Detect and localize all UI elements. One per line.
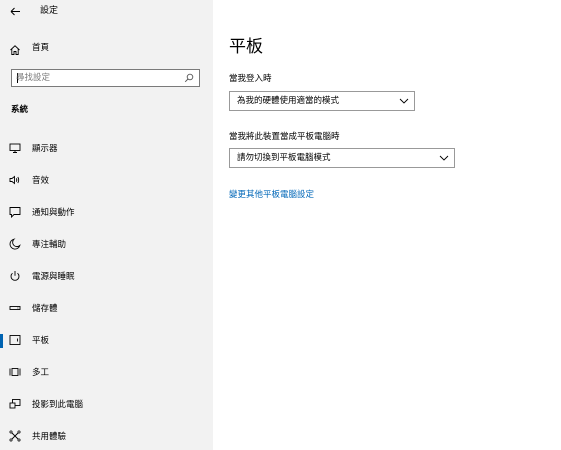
sidebar-item-focus-assist[interactable]: 專注輔助 bbox=[0, 232, 213, 258]
title-bar: 設定 bbox=[0, 0, 213, 24]
dropdown-value: 請勿切換到平板電腦模式 bbox=[237, 153, 331, 163]
setting-label-sign-in: 當我登入時 bbox=[229, 74, 272, 84]
chevron-down-icon bbox=[399, 98, 409, 104]
home-icon bbox=[10, 45, 20, 55]
tablet-mode-dropdown[interactable]: 請勿切換到平板電腦模式 bbox=[229, 148, 455, 168]
section-header-system: 系統 bbox=[11, 105, 29, 115]
tablet-icon bbox=[9, 335, 21, 345]
power-icon bbox=[10, 271, 20, 281]
page-title: 平板 bbox=[229, 37, 263, 57]
sidebar-item-notifications[interactable]: 通知與動作 bbox=[0, 200, 213, 226]
other-tablet-settings-link[interactable]: 變更其他平板電腦設定 bbox=[229, 189, 314, 201]
chevron-down-icon bbox=[439, 155, 449, 161]
speaker-icon bbox=[9, 175, 20, 185]
back-button[interactable] bbox=[5, 3, 25, 20]
sidebar-item-label: 投影到此電腦 bbox=[32, 400, 84, 410]
search-box[interactable] bbox=[11, 69, 200, 87]
project-icon bbox=[9, 399, 21, 409]
back-arrow-icon bbox=[10, 7, 20, 16]
sidebar-item-label: 專注輔助 bbox=[32, 240, 67, 250]
sidebar-item-label: 音效 bbox=[32, 176, 50, 186]
sidebar-item-sound[interactable]: 音效 bbox=[0, 168, 213, 194]
sidebar: 設定 首頁 系統 顯示器 bbox=[0, 0, 213, 450]
settings-window: 設定 首頁 系統 顯示器 bbox=[0, 0, 561, 450]
sidebar-item-label: 電源與睡眠 bbox=[32, 272, 75, 282]
multitask-icon bbox=[9, 368, 21, 376]
sidebar-item-label: 共用體驗 bbox=[32, 432, 67, 442]
monitor-icon bbox=[9, 143, 21, 153]
search-input[interactable] bbox=[16, 70, 182, 86]
sidebar-item-label: 儲存體 bbox=[32, 304, 58, 314]
sidebar-item-power-sleep[interactable]: 電源與睡眠 bbox=[0, 264, 213, 290]
sidebar-item-home-label: 首頁 bbox=[32, 43, 50, 53]
sidebar-item-storage[interactable]: 儲存體 bbox=[0, 296, 213, 322]
main-content: 平板 當我登入時 為我的硬體使用適當的模式 當我將此裝置當成平板電腦時 請勿切換… bbox=[213, 0, 561, 450]
sidebar-item-shared-experiences[interactable]: 共用體驗 bbox=[0, 424, 213, 450]
app-title: 設定 bbox=[40, 6, 59, 16]
sidebar-item-label: 顯示器 bbox=[32, 144, 58, 154]
setting-label-tablet-use: 當我將此裝置當成平板電腦時 bbox=[229, 132, 340, 142]
sidebar-item-multitasking[interactable]: 多工 bbox=[0, 360, 213, 386]
dropdown-value: 為我的硬體使用適當的模式 bbox=[237, 96, 340, 106]
sidebar-item-tablet[interactable]: 平板 bbox=[0, 328, 213, 354]
search-icon[interactable] bbox=[184, 73, 194, 83]
sidebar-item-label: 通知與動作 bbox=[32, 208, 75, 218]
shared-experience-icon bbox=[9, 430, 21, 442]
sidebar-item-home[interactable]: 首頁 bbox=[0, 38, 213, 64]
notification-icon bbox=[9, 207, 21, 218]
active-indicator bbox=[0, 334, 3, 348]
sidebar-item-projecting[interactable]: 投影到此電腦 bbox=[0, 392, 213, 418]
storage-icon bbox=[9, 306, 21, 310]
sign-in-mode-dropdown[interactable]: 為我的硬體使用適當的模式 bbox=[229, 91, 415, 111]
sidebar-item-display[interactable]: 顯示器 bbox=[0, 136, 213, 162]
moon-icon bbox=[9, 238, 21, 250]
sidebar-item-label: 多工 bbox=[32, 368, 50, 378]
sidebar-item-label: 平板 bbox=[32, 336, 50, 346]
